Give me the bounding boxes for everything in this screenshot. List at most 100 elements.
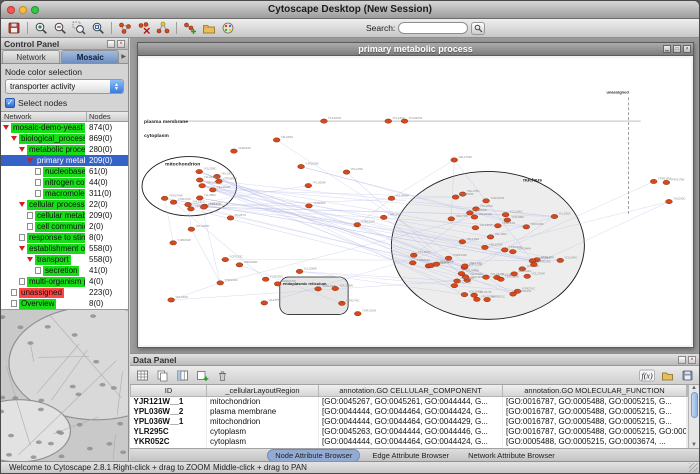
network-node[interactable] bbox=[196, 196, 203, 200]
minimize-window-button[interactable] bbox=[19, 6, 27, 14]
network-node[interactable] bbox=[354, 311, 361, 315]
network-canvas[interactable]: YNL287WYFL297WYFL140CYMR271CYKL192CYHL11… bbox=[138, 56, 693, 347]
network-node[interactable] bbox=[161, 196, 168, 200]
zoom-out-button[interactable] bbox=[51, 20, 69, 37]
network-node[interactable] bbox=[185, 202, 192, 206]
tree-item-macromolecule-met[interactable]: macromolecule met311(0) bbox=[1, 188, 128, 199]
tree-item-metabolic-process[interactable]: metabolic process280(0) bbox=[1, 144, 128, 155]
maximize-view-button[interactable]: □ bbox=[673, 45, 681, 53]
network-node[interactable] bbox=[200, 205, 207, 209]
tree-item-multi-organism-proc[interactable]: multi-organism proc4(0) bbox=[1, 276, 128, 287]
table-cell[interactable]: [GO:0016787, GO:0005488, GO:0005215, G..… bbox=[503, 416, 687, 426]
network-node[interactable] bbox=[524, 274, 531, 278]
table-row[interactable]: YPL036W__2plasma membrane[GO:0044444, GO… bbox=[131, 406, 688, 416]
resize-grip[interactable] bbox=[689, 463, 698, 472]
network-node[interactable] bbox=[343, 170, 350, 174]
table-cell[interactable]: cytoplasm bbox=[207, 436, 319, 446]
network-node[interactable] bbox=[451, 283, 458, 287]
table-cell[interactable]: [GO:0044444, GO:0044464, GO:0044424, G..… bbox=[319, 406, 503, 416]
network-node[interactable] bbox=[196, 169, 203, 173]
tree-item-cell-communication[interactable]: cell communication2(0) bbox=[1, 221, 128, 232]
network-node[interactable] bbox=[504, 218, 511, 222]
network-node[interactable] bbox=[217, 281, 224, 285]
import-attributes-button[interactable] bbox=[658, 367, 676, 384]
search-input[interactable] bbox=[398, 22, 468, 34]
network-node[interactable] bbox=[227, 216, 234, 220]
network-node[interactable] bbox=[501, 248, 508, 252]
network-node[interactable] bbox=[509, 250, 516, 254]
table-cell[interactable]: [GO:0016787, GO:0005488, GO:0005215, G..… bbox=[503, 406, 687, 416]
network-node[interactable] bbox=[494, 224, 501, 228]
network-node[interactable] bbox=[332, 286, 339, 290]
close-window-button[interactable] bbox=[7, 6, 15, 14]
zoom-selected-region-button[interactable] bbox=[70, 20, 88, 37]
network-node[interactable] bbox=[481, 245, 488, 249]
tab-node-attribute-browser[interactable]: Node Attribute Browser bbox=[267, 449, 360, 462]
tab-network-attribute-browser[interactable]: Network Attribute Browser bbox=[461, 450, 562, 461]
network-edge[interactable] bbox=[191, 229, 220, 283]
table-scrollbar[interactable]: ▲ ▼ bbox=[688, 385, 699, 448]
network-node[interactable] bbox=[410, 253, 417, 257]
table-cell[interactable]: [GO:0016787, GO:0005488, GO:0005215, GO:… bbox=[503, 426, 687, 436]
zoom-window-button[interactable] bbox=[31, 6, 39, 14]
scrollbar-thumb[interactable] bbox=[691, 392, 698, 418]
hide-selected-button[interactable] bbox=[135, 20, 153, 37]
table-cell[interactable]: [GO:0044444, GO:0044464, GO:0044429, G..… bbox=[319, 416, 503, 426]
network-node[interactable] bbox=[510, 292, 517, 296]
expander-icon[interactable] bbox=[3, 125, 9, 130]
network-node[interactable] bbox=[380, 215, 387, 219]
table-cell[interactable]: YPL036W__1 bbox=[131, 416, 207, 426]
table-cell[interactable]: YJR121W__1 bbox=[131, 396, 207, 406]
select-first-neighbors-button[interactable] bbox=[154, 20, 172, 37]
tree-item-cellular-process[interactable]: cellular process22(0) bbox=[1, 199, 128, 210]
save-attributes-button[interactable] bbox=[678, 367, 696, 384]
tree-item-nucleobase-nucleosi[interactable]: nucleobase, nucleosi61(0) bbox=[1, 166, 128, 177]
table-cell[interactable]: [GO:0045263, GO:0044444, GO:0044446, G..… bbox=[319, 426, 503, 436]
network-node[interactable] bbox=[274, 282, 281, 286]
save-session-button[interactable] bbox=[5, 20, 23, 37]
import-network-button[interactable] bbox=[200, 20, 218, 37]
network-overview-panel[interactable] bbox=[1, 309, 128, 461]
table-row[interactable]: YJR121W__1mitochondrion[GO:0045267, GO:0… bbox=[131, 396, 688, 406]
network-node[interactable] bbox=[298, 164, 305, 168]
vizmapper-button[interactable] bbox=[219, 20, 237, 37]
expander-icon[interactable] bbox=[19, 202, 25, 207]
tree-item-biological-process[interactable]: biological_process869(0) bbox=[1, 133, 128, 144]
new-attribute-button[interactable] bbox=[193, 367, 211, 384]
tree-item-primary-metabolic-pr[interactable]: primary metabolic pr209(0) bbox=[1, 155, 128, 166]
network-node[interactable] bbox=[551, 214, 558, 218]
network-node[interactable] bbox=[473, 297, 480, 301]
network-node[interactable] bbox=[451, 158, 458, 162]
network-node[interactable] bbox=[454, 279, 461, 283]
network-node[interactable] bbox=[315, 287, 322, 291]
column-header[interactable]: annotation.GO CELLULAR_COMPONENT bbox=[319, 385, 503, 396]
network-node[interactable] bbox=[409, 261, 416, 265]
network-node[interactable] bbox=[472, 226, 479, 230]
tab-mosaic[interactable]: Mosaic bbox=[61, 50, 119, 63]
network-node[interactable] bbox=[459, 240, 466, 244]
network-node[interactable] bbox=[452, 195, 459, 199]
expander-icon[interactable] bbox=[27, 158, 33, 163]
table-cell[interactable]: mitochondrion bbox=[207, 396, 319, 406]
column-header[interactable]: _cellularLayoutRegion bbox=[207, 385, 319, 396]
network-node[interactable] bbox=[388, 196, 395, 200]
close-data-panel-button[interactable]: × bbox=[688, 356, 696, 364]
network-node[interactable] bbox=[502, 213, 509, 217]
table-cell[interactable]: plasma membrane bbox=[207, 406, 319, 416]
show-all-button[interactable] bbox=[116, 20, 134, 37]
network-node[interactable] bbox=[187, 207, 194, 211]
network-node[interactable] bbox=[262, 277, 269, 281]
network-node[interactable] bbox=[231, 149, 238, 153]
copy-to-clipboard-button[interactable] bbox=[153, 367, 171, 384]
network-node[interactable] bbox=[209, 188, 216, 192]
network-node[interactable] bbox=[168, 298, 175, 302]
scroll-up-icon[interactable]: ▲ bbox=[691, 385, 697, 391]
network-node[interactable] bbox=[666, 199, 673, 203]
network-node[interactable] bbox=[338, 301, 345, 305]
title-bar[interactable]: Cytoscape Desktop (New Session) bbox=[1, 1, 699, 19]
network-node[interactable] bbox=[483, 199, 490, 203]
select-nodes-checkbox[interactable]: ✓ bbox=[5, 98, 15, 108]
network-node[interactable] bbox=[296, 269, 303, 273]
expander-icon[interactable] bbox=[27, 257, 33, 262]
network-node[interactable] bbox=[188, 227, 195, 231]
